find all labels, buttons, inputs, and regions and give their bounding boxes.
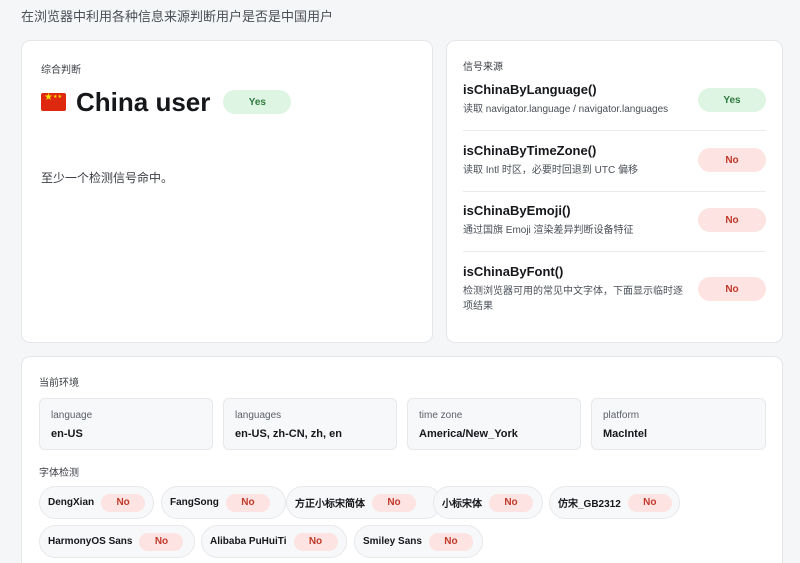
- font-result-badge: No: [372, 493, 416, 512]
- env-key: time zone: [419, 410, 463, 421]
- divider: [463, 191, 766, 192]
- verdict-description: 至少一个检测信号命中。: [41, 171, 174, 185]
- summary-label: 综合判断: [41, 65, 81, 76]
- font-chip: 小标宋体 No: [433, 486, 543, 519]
- signal-emoji: isChinaByEmoji() 通过国旗 Emoji 渲染差异判断设备特征 N…: [463, 203, 766, 238]
- env-key: language: [51, 410, 93, 421]
- font-chip: DengXian No: [39, 486, 154, 519]
- signal-result-badge: No: [698, 208, 766, 232]
- env-field-platform: platform MacIntel: [591, 398, 766, 450]
- env-field-language: language en-US: [39, 398, 213, 450]
- env-key: platform: [603, 410, 640, 421]
- font-name: 方正小标宋简体: [295, 499, 365, 510]
- signals-card: 信号来源 isChinaByLanguage() 读取 navigator.la…: [446, 40, 783, 343]
- font-result-badge: No: [139, 532, 184, 551]
- font-chip: 仿宋_GB2312 No: [549, 486, 680, 519]
- signal-font: isChinaByFont() 检测浏览器可用的常见中文字体，下面显示临时逐项结…: [463, 264, 766, 314]
- signals-label: 信号来源: [463, 62, 503, 73]
- signal-desc: 读取 navigator.language / navigator.langua…: [463, 104, 669, 115]
- signal-desc: 检测浏览器可用的常见中文字体，下面显示临时逐项结果: [463, 286, 683, 312]
- environment-label: 当前环境: [39, 378, 79, 389]
- signal-result-badge: No: [698, 148, 766, 172]
- font-result-badge: No: [293, 532, 338, 551]
- signal-result-badge: Yes: [698, 88, 766, 112]
- font-chip: Smiley Sans No: [354, 525, 483, 558]
- verdict-badge: Yes: [223, 90, 292, 114]
- signal-desc: 通过国旗 Emoji 渲染差异判断设备特征: [463, 225, 634, 236]
- signal-desc: 读取 Intl 时区，必要时回退到 UTC 偏移: [463, 165, 639, 176]
- signal-language: isChinaByLanguage() 读取 navigator.languag…: [463, 82, 766, 117]
- font-chip: 方正小标宋简体 No: [286, 486, 442, 519]
- font-name: FangSong: [170, 497, 219, 508]
- font-name: 仿宋_GB2312: [558, 499, 621, 510]
- env-value: America/New_York: [419, 428, 518, 440]
- env-key: languages: [235, 410, 282, 421]
- font-chip: HarmonyOS Sans No: [39, 525, 195, 558]
- env-value: MacIntel: [603, 428, 648, 440]
- signal-result-badge: No: [698, 277, 766, 301]
- verdict-title: China user: [76, 86, 211, 117]
- font-name: 小标宋体: [442, 499, 482, 510]
- verdict-row: China user Yes: [41, 86, 292, 117]
- font-chip: Alibaba PuHuiTi No: [201, 525, 347, 558]
- china-flag-icon: [41, 92, 66, 111]
- font-result-badge: No: [225, 493, 270, 512]
- font-name: DengXian: [48, 497, 95, 508]
- font-result-badge: No: [489, 493, 533, 512]
- divider: [463, 130, 766, 131]
- env-field-languages: languages en-US, zh-CN, zh, en: [223, 398, 397, 450]
- env-field-timezone: time zone America/New_York: [407, 398, 581, 450]
- env-value: en-US, zh-CN, zh, en: [235, 428, 342, 440]
- font-result-badge: No: [101, 493, 146, 512]
- page-subtitle: 在浏览器中利用各种信息来源判断用户是否是中国用户: [21, 9, 334, 24]
- divider: [463, 251, 766, 252]
- font-name: Smiley Sans: [363, 536, 422, 547]
- font-check-label: 字体检测: [39, 468, 79, 479]
- font-name: Alibaba PuHuiTi: [210, 536, 287, 547]
- summary-card: 综合判断 China user Yes 至少一个检测信号命中。: [21, 40, 433, 343]
- font-result-badge: No: [428, 532, 473, 551]
- env-value: en-US: [51, 428, 83, 440]
- font-chip: FangSong No: [161, 486, 286, 519]
- environment-card: 当前环境 language en-US languages en-US, zh-…: [21, 356, 783, 563]
- font-name: HarmonyOS Sans: [48, 536, 133, 547]
- signal-timezone: isChinaByTimeZone() 读取 Intl 时区，必要时回退到 UT…: [463, 143, 766, 178]
- font-result-badge: No: [627, 493, 672, 512]
